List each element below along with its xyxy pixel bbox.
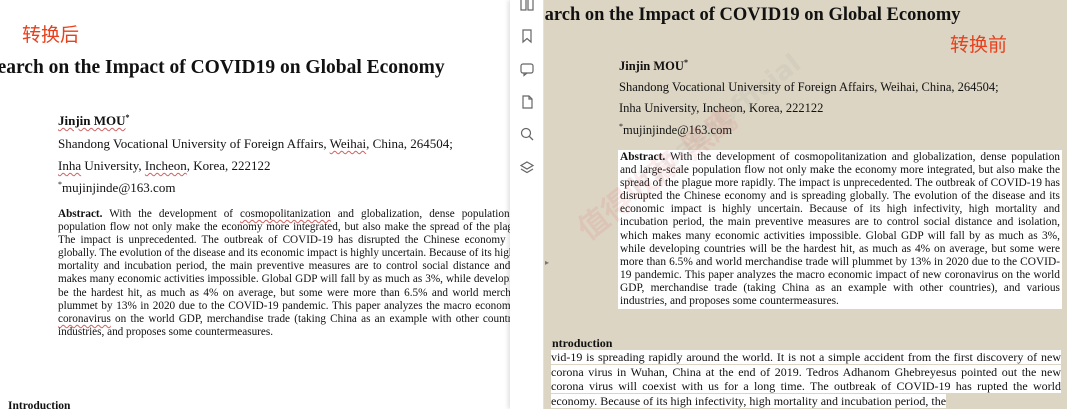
- affiliation-2: Inha University, Incheon, Korea, 222122: [58, 158, 271, 174]
- converted-document-pane: 转换后 search on the Impact of COVID19 on G…: [0, 0, 510, 409]
- page-icon[interactable]: [519, 94, 535, 110]
- pdf-abstract-label: Abstract.: [620, 151, 666, 163]
- comment-icon[interactable]: [519, 61, 535, 77]
- affiliation-1-part: Shandong Vocational University of Foreig…: [58, 136, 330, 151]
- affiliation-1-city: Weihai: [329, 136, 367, 151]
- pdf-author-name: Jinjin MOU*: [619, 58, 688, 74]
- abstract-text: With the development of: [102, 208, 241, 220]
- pdf-author-name-text: Jinjin MOU: [619, 59, 684, 73]
- affiliation-1: Shandong Vocational University of Foreig…: [58, 136, 453, 152]
- layers-icon[interactable]: [519, 160, 535, 176]
- author-mark: *: [125, 113, 130, 122]
- search-icon[interactable]: [519, 126, 535, 142]
- before-conversion-label: 转换前: [950, 34, 1008, 56]
- abstract-spellcheck-word: cosmopolitanization: [240, 208, 331, 220]
- pdf-page: esearch on the Impact of COVID19 on Glob…: [544, 0, 1067, 409]
- bookmark-icon[interactable]: [519, 28, 535, 44]
- affiliation-1-rest: , China, 264504;: [366, 136, 453, 151]
- pdf-sidebar-toolbar: [510, 0, 544, 409]
- pdf-viewer-pane: ▸ esearch on the Impact of COVID19 on Gl…: [510, 0, 1067, 409]
- pdf-paper-title: esearch on the Impact of COVID19 on Glob…: [544, 5, 961, 25]
- pdf-introduction-body: vid-19 is spreading rapidly around the w…: [551, 350, 1061, 408]
- pdf-email-text: mujinjinde@163.com: [623, 123, 733, 137]
- pdf-abstract-text: With the development of cosmopolitanizat…: [620, 151, 1060, 308]
- paper-title: search on the Impact of COVID19 on Globa…: [0, 57, 445, 78]
- pdf-affiliation-1: Shandong Vocational University of Foreig…: [619, 80, 999, 94]
- after-conversion-label: 转换后: [22, 24, 80, 46]
- email-text: mujinjinde@163.com: [62, 180, 176, 195]
- abstract-paragraph: Abstract. With the development of cosmop…: [58, 208, 510, 339]
- pdf-affiliation-2: Inha University, Incheon, Korea, 222122: [619, 101, 824, 115]
- affiliation-2-city: Incheon: [144, 158, 187, 173]
- author-name: Jinjin MOU*: [58, 113, 130, 129]
- pdf-introduction-heading: ntroduction: [552, 336, 613, 350]
- author-name-text: Jinjin MOU: [58, 113, 126, 128]
- author-email: *mujinjinde@163.com: [58, 180, 175, 196]
- affiliation-2-rest: , Korea, 222122: [186, 158, 271, 173]
- affiliation-2-uni: Inha: [58, 158, 82, 173]
- introduction-heading: Introduction: [8, 400, 71, 409]
- pdf-author-email: *mujinjinde@163.com: [619, 122, 732, 138]
- affiliation-2-part: University,: [81, 158, 145, 173]
- pdf-author-mark: *: [683, 58, 688, 67]
- thumbnails-icon[interactable]: [519, 0, 535, 12]
- pdf-abstract-paragraph: Abstract. With the development of cosmop…: [618, 150, 1062, 310]
- abstract-spellcheck-word: coronavirus: [58, 312, 111, 325]
- abstract-text: on the world GDP, merchandise trade (tak…: [58, 312, 510, 338]
- abstract-label: Abstract.: [58, 208, 103, 220]
- pdf-introduction-text: vid-19 is spreading rapidly around the w…: [551, 350, 1061, 408]
